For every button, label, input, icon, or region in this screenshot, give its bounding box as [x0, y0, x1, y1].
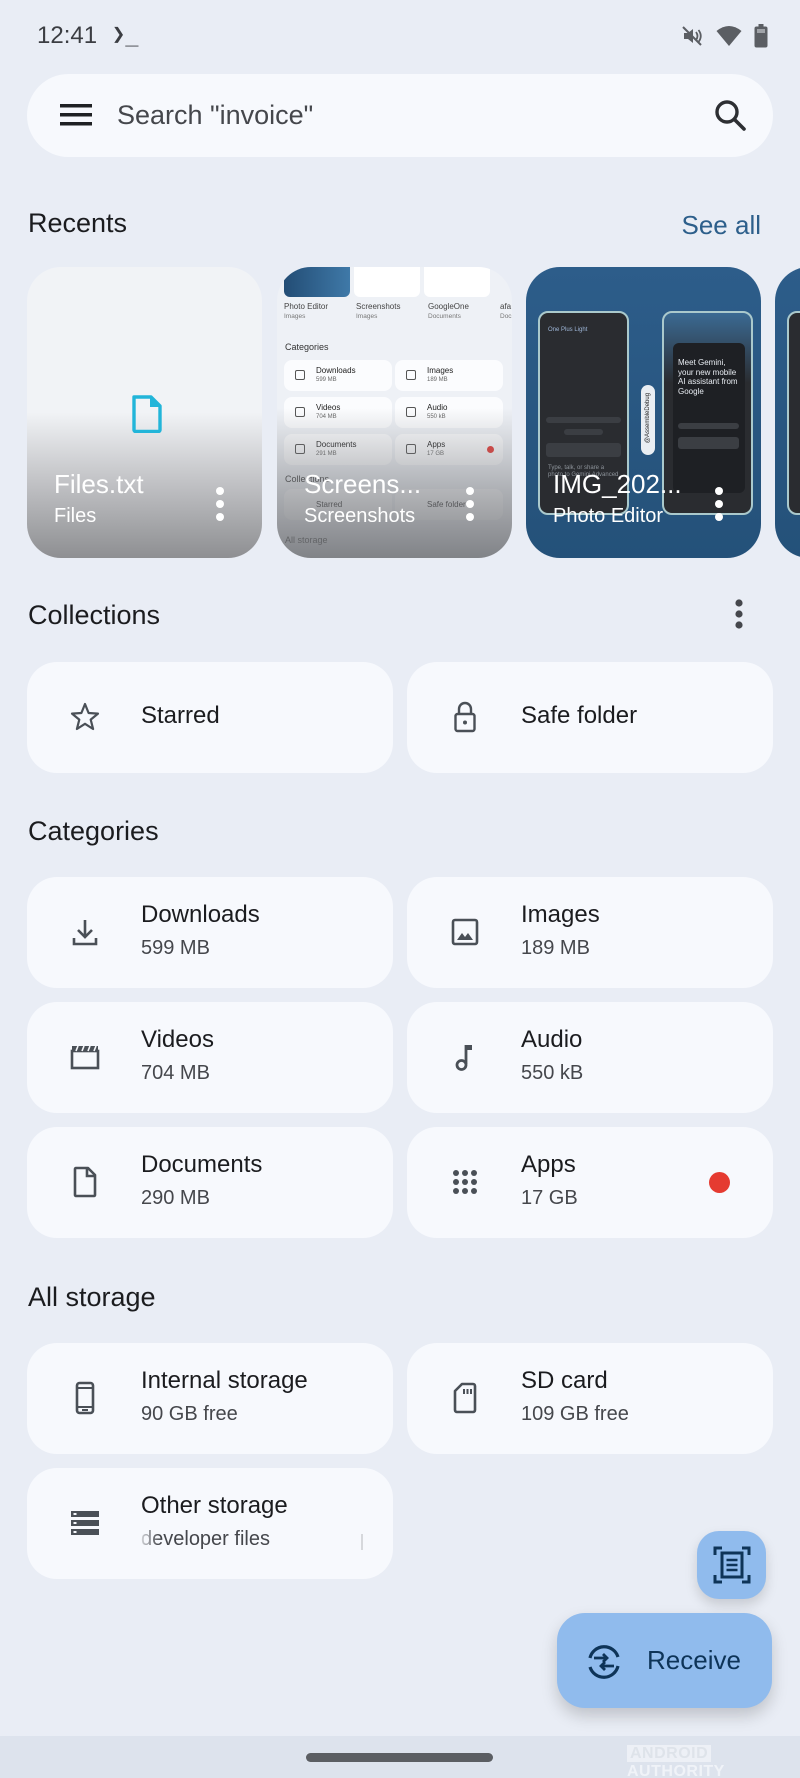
search-bar[interactable]: Search "invoice": [27, 74, 773, 157]
sd-card-icon: [453, 1382, 477, 1414]
storage-label: Other storage: [141, 1492, 288, 1519]
storage-sd-card[interactable]: SD card 109 GB free: [407, 1343, 773, 1454]
receive-button[interactable]: Receive: [557, 1613, 772, 1708]
categories-heading: Categories: [28, 816, 159, 846]
kebab-menu-icon[interactable]: [730, 598, 748, 632]
image-icon: [451, 918, 479, 946]
storage-label: SD card: [521, 1367, 608, 1394]
mini-card: Downloads 599 MB: [284, 360, 392, 391]
battery-icon: [754, 24, 768, 48]
storage-label: Internal storage: [141, 1367, 308, 1394]
marquee-fade: [361, 1534, 363, 1550]
swap-circle-icon: [588, 1645, 620, 1679]
watermark-tag: @AssembleDebug: [641, 385, 655, 455]
music-note-icon: [455, 1045, 472, 1071]
category-documents[interactable]: Documents 290 MB: [27, 1127, 393, 1238]
category-label: Downloads: [141, 901, 260, 928]
recent-item-files-txt[interactable]: Files.txt Files: [27, 267, 262, 558]
all-storage-heading: All storage: [28, 1282, 156, 1312]
mini-heading: Categories: [285, 342, 329, 352]
watermark: ANDROID AUTHORITY: [627, 1745, 725, 1778]
category-label: Images: [521, 901, 600, 928]
scan-document-button[interactable]: [697, 1531, 766, 1599]
mini-card: Images 189 MB: [395, 360, 503, 391]
wifi-icon: [716, 26, 742, 46]
document-scan-icon: [713, 1546, 751, 1584]
vibrate-off-icon: [682, 26, 702, 46]
file-icon: [132, 395, 162, 433]
search-input[interactable]: Search "invoice": [117, 100, 313, 131]
collection-label: Safe folder: [521, 702, 638, 729]
recents-heading: Recents: [28, 208, 128, 238]
category-label: Audio: [521, 1026, 583, 1053]
storage-stack-icon: [71, 1511, 99, 1535]
status-icons: [680, 24, 768, 48]
mini-text: Images: [356, 313, 378, 320]
mini-thumb: [424, 267, 490, 297]
storage-detail: 109 GB free: [521, 1403, 629, 1425]
category-size: 189 MB: [521, 937, 590, 959]
category-images[interactable]: Images 189 MB: [407, 877, 773, 988]
category-label: Apps: [521, 1151, 576, 1178]
more-options-icon[interactable]: [463, 486, 477, 522]
recent-item-title: Screens...: [304, 469, 422, 499]
mini-text: Screenshots: [356, 302, 401, 311]
recent-item-screenshot[interactable]: Photo Editor Images Screenshots Images G…: [277, 267, 512, 558]
collection-starred[interactable]: Starred: [27, 662, 393, 773]
recent-item-title: Files.txt: [54, 469, 144, 499]
collection-label: Starred: [141, 702, 220, 729]
mini-thumb: [284, 267, 350, 297]
status-time: 12:41: [37, 22, 98, 49]
recent-item-title: IMG_202...: [553, 469, 682, 499]
category-size: 599 MB: [141, 937, 210, 959]
category-size: 290 MB: [141, 1187, 210, 1209]
lock-icon: [454, 701, 476, 733]
apps-grid-icon: [453, 1170, 477, 1194]
storage-internal[interactable]: Internal storage 90 GB free: [27, 1343, 393, 1454]
storage-detail: developer files: [141, 1528, 270, 1550]
star-icon: [70, 702, 100, 731]
recent-item-image-partial[interactable]: [775, 267, 800, 558]
mini-text: Photo Editor: [284, 302, 329, 311]
receive-label: Receive: [647, 1645, 741, 1675]
category-audio[interactable]: Audio 550 kB: [407, 1002, 773, 1113]
category-label: Documents: [141, 1151, 263, 1178]
collections-heading: Collections: [28, 600, 161, 630]
more-options-icon[interactable]: [712, 486, 726, 522]
recent-item-subtitle: Files: [54, 505, 97, 527]
category-size: 550 kB: [521, 1062, 584, 1084]
category-downloads[interactable]: Downloads 599 MB: [27, 877, 393, 988]
document-icon: [73, 1166, 97, 1198]
recent-item-subtitle: Screenshots: [304, 505, 416, 527]
category-label: Videos: [141, 1026, 214, 1053]
download-icon: [72, 920, 98, 946]
more-options-icon[interactable]: [213, 486, 227, 522]
category-videos[interactable]: Videos 704 MB: [27, 1002, 393, 1113]
phone-icon: [75, 1381, 95, 1415]
mini-text: Doc: [500, 313, 512, 320]
notification-badge: [709, 1172, 730, 1193]
recent-item-subtitle: Photo Editor: [553, 505, 664, 527]
category-size: 704 MB: [141, 1062, 210, 1084]
mini-text: afa: [500, 302, 512, 311]
see-all-link[interactable]: See all: [682, 210, 762, 241]
gesture-handle[interactable]: [306, 1753, 493, 1762]
collection-safe-folder[interactable]: Safe folder: [407, 662, 773, 773]
mini-thumb: [354, 267, 420, 297]
recent-item-image[interactable]: One Plus Light Type, talk, or share a ph…: [526, 267, 761, 558]
mini-text: GoogleOne: [428, 302, 469, 311]
mini-text: Images: [284, 313, 306, 320]
search-icon[interactable]: [713, 98, 747, 132]
terminal-icon: ❯_: [112, 22, 139, 47]
category-apps[interactable]: Apps 17 GB: [407, 1127, 773, 1238]
category-size: 17 GB: [521, 1187, 578, 1209]
mini-text: Documents: [428, 313, 461, 320]
mini-phone-screen: [787, 311, 800, 515]
storage-other[interactable]: Other storage developer files: [27, 1468, 393, 1579]
movie-clapper-icon: [70, 1045, 100, 1070]
hamburger-menu-icon[interactable]: [60, 102, 92, 128]
storage-detail: 90 GB free: [141, 1403, 238, 1425]
